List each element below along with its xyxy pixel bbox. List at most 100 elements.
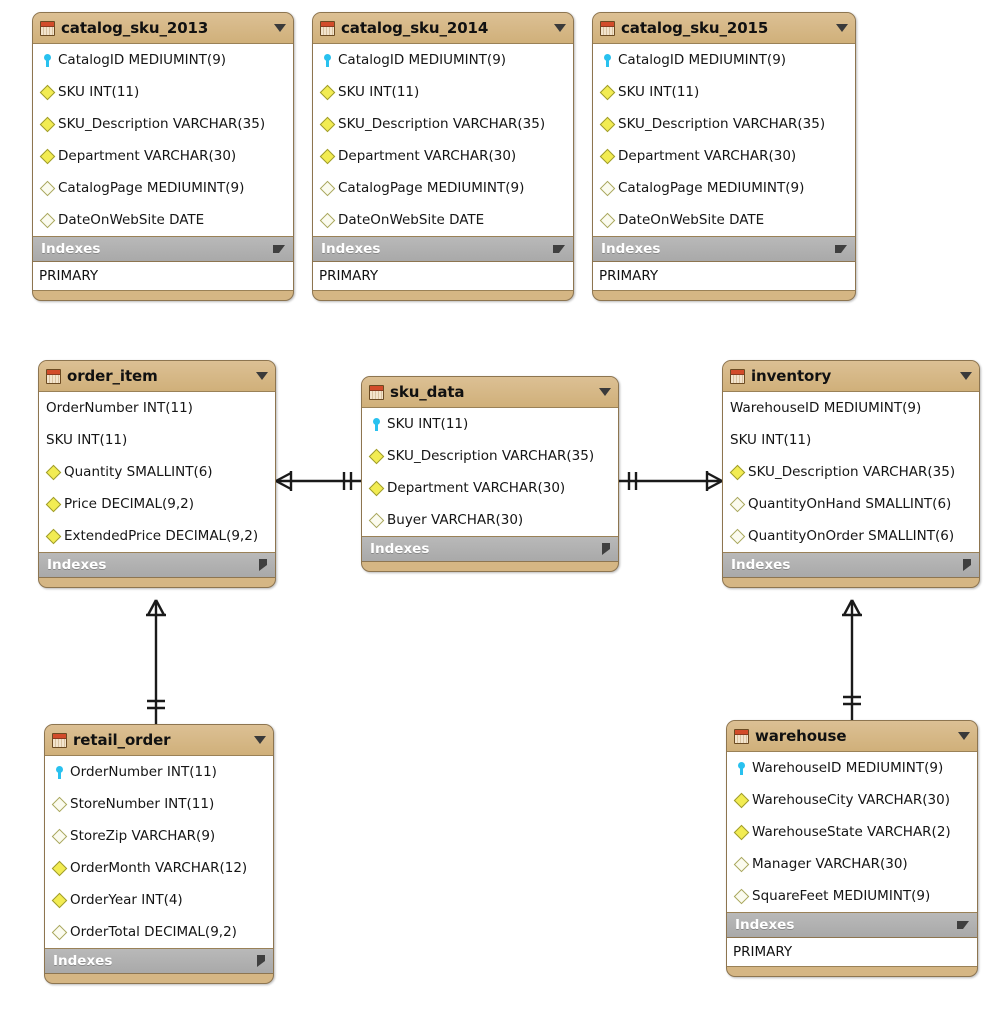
chevron-down-icon[interactable] [960, 372, 972, 380]
table-column[interactable]: OrderNumber INT(11) [39, 392, 275, 424]
chevron-down-icon[interactable] [554, 24, 566, 32]
indexes-label: Indexes [47, 557, 107, 573]
table-column[interactable]: DateOnWebSite DATE [313, 204, 573, 236]
table-column[interactable]: SquareFeet MEDIUMINT(9) [727, 880, 977, 912]
table-column[interactable]: OrderNumber INT(11) [45, 756, 273, 788]
table-header-inventory[interactable]: inventory [723, 361, 979, 391]
chevron-down-icon[interactable] [553, 245, 565, 253]
table-node-retail_order[interactable]: retail_order OrderNumber INT(11) StoreNumb… [44, 724, 274, 984]
column-label: StoreZip VARCHAR(9) [70, 828, 216, 844]
chevron-right-icon[interactable] [602, 543, 610, 555]
index-row[interactable]: PRIMARY [727, 938, 977, 966]
chevron-down-icon[interactable] [274, 24, 286, 32]
index-row[interactable]: PRIMARY [33, 262, 293, 290]
table-column[interactable]: Department VARCHAR(30) [362, 472, 618, 504]
table-column[interactable]: SKU INT(11) [593, 76, 855, 108]
table-column[interactable]: Price DECIMAL(9,2) [39, 488, 275, 520]
table-column[interactable]: DateOnWebSite DATE [593, 204, 855, 236]
table-column[interactable]: Department VARCHAR(30) [593, 140, 855, 172]
table-header-sku_data[interactable]: sku_data [362, 377, 618, 407]
table-column[interactable]: QuantityOnOrder SMALLINT(6) [723, 520, 979, 552]
table-column[interactable]: SKU INT(11) [362, 408, 618, 440]
chevron-down-icon[interactable] [836, 24, 848, 32]
table-column[interactable]: ExtendedPrice DECIMAL(9,2) [39, 520, 275, 552]
column-nullable-icon [51, 796, 68, 812]
chevron-down-icon[interactable] [835, 245, 847, 253]
table-column[interactable]: OrderYear INT(4) [45, 884, 273, 916]
indexes-section-header-catalog_sku_2014[interactable]: Indexes [313, 237, 573, 262]
table-header-warehouse[interactable]: warehouse [727, 721, 977, 751]
column-list: WarehouseID MEDIUMINT(9) WarehouseCity VA… [727, 751, 977, 913]
table-column[interactable]: StoreNumber INT(11) [45, 788, 273, 820]
table-column[interactable]: WarehouseCity VARCHAR(30) [727, 784, 977, 816]
table-column[interactable]: WarehouseID MEDIUMINT(9) [723, 392, 979, 424]
table-column[interactable]: SKU_Description VARCHAR(35) [362, 440, 618, 472]
chevron-down-icon[interactable] [599, 388, 611, 396]
chevron-right-icon[interactable] [963, 559, 971, 571]
table-column[interactable]: CatalogID MEDIUMINT(9) [593, 44, 855, 76]
table-title: retail_order [73, 731, 171, 749]
table-header-catalog_sku_2014[interactable]: catalog_sku_2014 [313, 13, 573, 43]
chevron-down-icon[interactable] [958, 732, 970, 740]
table-column[interactable]: Quantity SMALLINT(6) [39, 456, 275, 488]
table-node-catalog_sku_2014[interactable]: catalog_sku_2014 CatalogID MEDIUMINT(9) SK… [312, 12, 574, 301]
indexes-section-header-sku_data[interactable]: Indexes [362, 537, 618, 562]
chevron-down-icon[interactable] [256, 372, 268, 380]
table-column[interactable]: SKU_Description VARCHAR(35) [593, 108, 855, 140]
column-icon-slot [733, 856, 750, 872]
chevron-right-icon[interactable] [257, 955, 265, 967]
table-column[interactable]: SKU_Description VARCHAR(35) [313, 108, 573, 140]
chevron-down-icon[interactable] [957, 921, 969, 929]
chevron-down-icon[interactable] [273, 245, 285, 253]
column-notnull-icon [368, 480, 385, 496]
table-header-retail_order[interactable]: retail_order [45, 725, 273, 755]
table-node-order_item[interactable]: order_item OrderNumber INT(11) SKU INT(11)… [38, 360, 276, 588]
table-header-order_item[interactable]: order_item [39, 361, 275, 391]
table-node-catalog_sku_2013[interactable]: catalog_sku_2013 CatalogID MEDIUMINT(9) SK… [32, 12, 294, 301]
table-node-catalog_sku_2015[interactable]: catalog_sku_2015 CatalogID MEDIUMINT(9) SK… [592, 12, 856, 301]
table-column[interactable]: WarehouseState VARCHAR(2) [727, 816, 977, 848]
table-column[interactable]: CatalogID MEDIUMINT(9) [33, 44, 293, 76]
table-column[interactable]: Buyer VARCHAR(30) [362, 504, 618, 536]
chevron-right-icon[interactable] [259, 559, 267, 571]
table-column[interactable]: SKU_Description VARCHAR(35) [33, 108, 293, 140]
column-nullable-icon [733, 856, 750, 872]
indexes-section-header-inventory[interactable]: Indexes [723, 553, 979, 578]
table-column[interactable]: CatalogPage MEDIUMINT(9) [33, 172, 293, 204]
table-column[interactable]: Department VARCHAR(30) [313, 140, 573, 172]
column-icon-slot [51, 860, 68, 876]
table-column[interactable]: WarehouseID MEDIUMINT(9) [727, 752, 977, 784]
table-header-catalog_sku_2013[interactable]: catalog_sku_2013 [33, 13, 293, 43]
column-notnull-icon [45, 464, 62, 480]
table-column[interactable]: CatalogPage MEDIUMINT(9) [313, 172, 573, 204]
table-column[interactable]: SKU INT(11) [313, 76, 573, 108]
indexes-section-header-order_item[interactable]: Indexes [39, 553, 275, 578]
table-node-warehouse[interactable]: warehouse WarehouseID MEDIUMINT(9) Warehou… [726, 720, 978, 977]
column-icon-slot [45, 496, 62, 512]
table-column[interactable]: OrderMonth VARCHAR(12) [45, 852, 273, 884]
table-column[interactable]: DateOnWebSite DATE [33, 204, 293, 236]
table-column[interactable]: CatalogID MEDIUMINT(9) [313, 44, 573, 76]
table-node-sku_data[interactable]: sku_data SKU INT(11) SKU_Description VARCH… [361, 376, 619, 572]
table-node-inventory[interactable]: inventory WarehouseID MEDIUMINT(9) SKU INT… [722, 360, 980, 588]
table-column[interactable]: StoreZip VARCHAR(9) [45, 820, 273, 852]
chevron-down-icon[interactable] [254, 736, 266, 744]
table-column[interactable]: SKU INT(11) [33, 76, 293, 108]
table-column[interactable]: Manager VARCHAR(30) [727, 848, 977, 880]
table-column[interactable]: Department VARCHAR(30) [33, 140, 293, 172]
index-row[interactable]: PRIMARY [593, 262, 855, 290]
table-column[interactable]: OrderTotal DECIMAL(9,2) [45, 916, 273, 948]
indexes-section-header-catalog_sku_2013[interactable]: Indexes [33, 237, 293, 262]
indexes-section-header-warehouse[interactable]: Indexes [727, 913, 977, 938]
table-header-catalog_sku_2015[interactable]: catalog_sku_2015 [593, 13, 855, 43]
index-row[interactable]: PRIMARY [313, 262, 573, 290]
column-label: WarehouseID MEDIUMINT(9) [730, 400, 922, 416]
table-column[interactable]: CatalogPage MEDIUMINT(9) [593, 172, 855, 204]
indexes-section-header-catalog_sku_2015[interactable]: Indexes [593, 237, 855, 262]
table-column[interactable]: QuantityOnHand SMALLINT(6) [723, 488, 979, 520]
table-column[interactable]: SKU_Description VARCHAR(35) [723, 456, 979, 488]
table-column[interactable]: SKU INT(11) [39, 424, 275, 456]
table-column[interactable]: SKU INT(11) [723, 424, 979, 456]
indexes-section-header-retail_order[interactable]: Indexes [45, 949, 273, 974]
eer-diagram-canvas[interactable]: catalog_sku_2013 CatalogID MEDIUMINT(9) SK… [0, 0, 1008, 1024]
